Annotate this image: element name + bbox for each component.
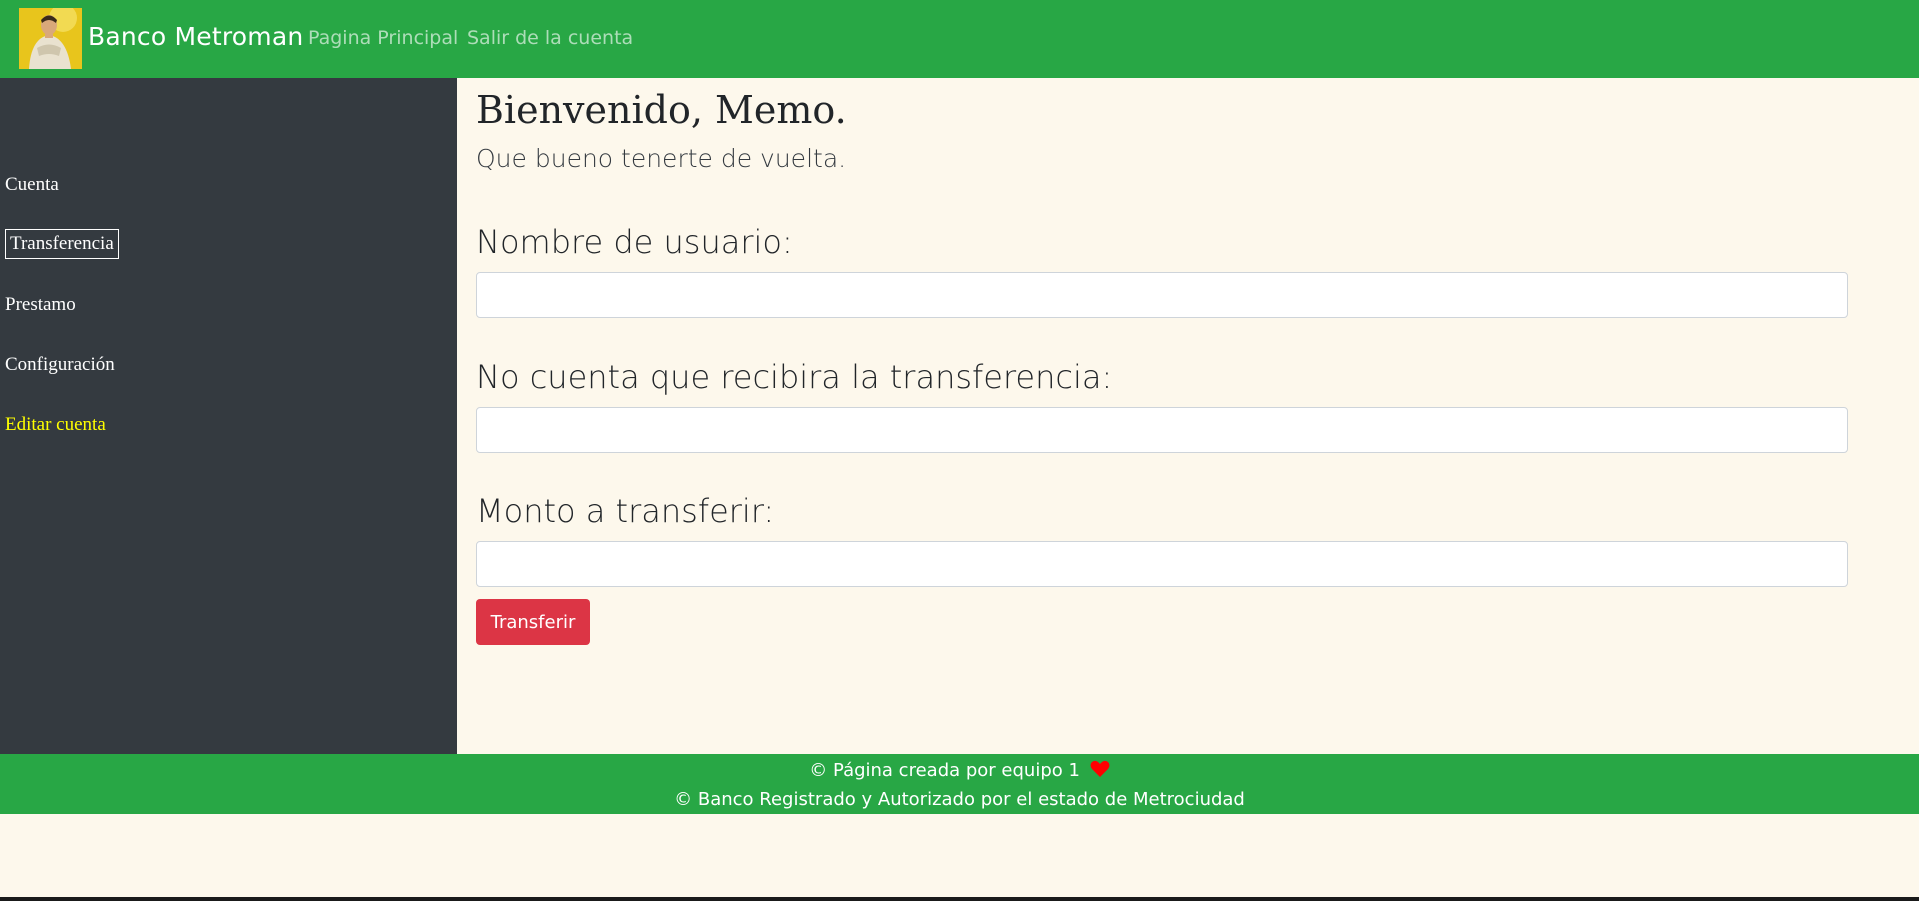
sidebar-item-transferencia[interactable]: Transferencia (5, 229, 119, 259)
amount-input[interactable] (476, 541, 1848, 587)
metroman-avatar-icon[interactable] (19, 8, 82, 69)
username-input[interactable] (476, 272, 1848, 318)
sidebar: Cuenta Transferencia Prestamo Configurac… (0, 78, 457, 754)
footer-credits-text: © Página creada por equipo 1 (809, 760, 1080, 781)
account-number-input[interactable] (476, 407, 1848, 453)
footer-legal: © Banco Registrado y Autorizado por el e… (674, 789, 1245, 810)
amount-label: Monto a transferir: (476, 492, 775, 530)
nav-link-home[interactable]: Pagina Principal (308, 27, 458, 49)
page-title: Bienvenido, Memo. (476, 88, 847, 132)
sidebar-item-configuracion[interactable]: Configuración (5, 354, 115, 376)
transfer-button[interactable]: Transferir (476, 599, 590, 645)
footer-credits: © Página creada por equipo 1 (0, 760, 1919, 783)
page-subtitle: Que bueno tenerte de vuelta. (476, 144, 847, 173)
sidebar-item-editar-cuenta[interactable]: Editar cuenta (5, 414, 106, 436)
username-label: Nombre de usuario: (476, 223, 793, 261)
top-navbar: Banco Metroman Pagina Principal Salir de… (0, 0, 1919, 78)
account-number-label: No cuenta que recibira la transferencia: (476, 358, 1113, 396)
nav-link-logout[interactable]: Salir de la cuenta (467, 27, 633, 49)
heart-icon (1090, 760, 1110, 783)
brand-name[interactable]: Banco Metroman (88, 22, 303, 51)
bottom-edge (0, 897, 1919, 901)
sidebar-item-cuenta[interactable]: Cuenta (5, 174, 59, 196)
sidebar-item-prestamo[interactable]: Prestamo (5, 294, 76, 316)
footer: © Página creada por equipo 1 © Banco Reg… (0, 754, 1919, 814)
